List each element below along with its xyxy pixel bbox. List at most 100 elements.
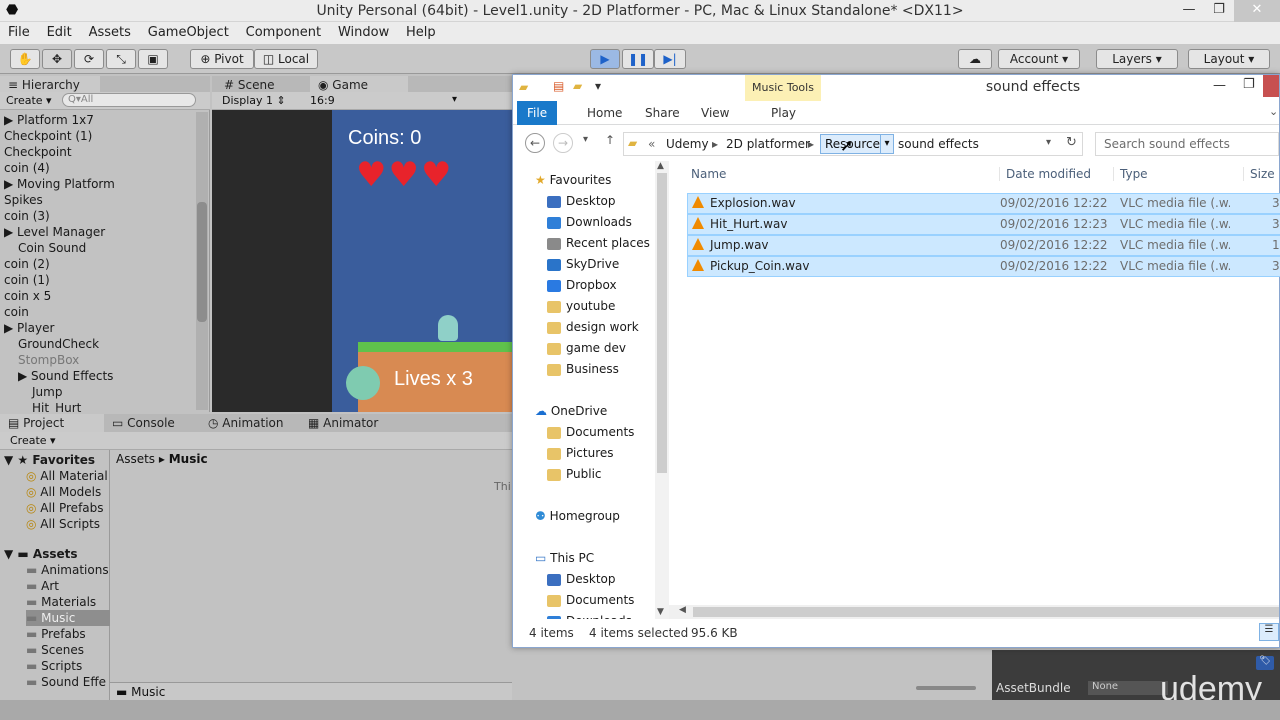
menu-gameobject[interactable]: GameObject [140,22,234,40]
nav-homegroup[interactable]: ⚉ Homegroup [535,506,620,527]
nav-item[interactable]: Dropbox [547,275,617,296]
details-view-icon[interactable]: ☰ [1259,623,1279,641]
asset-folder-item[interactable]: ▬ Animations [26,562,110,578]
hscroll-thumb[interactable] [693,607,1279,617]
display-dropdown[interactable]: Display 1 ⇕ [222,94,296,107]
hierarchy-item[interactable]: Checkpoint [4,144,72,160]
tab-animator[interactable]: ▦ Animator [300,414,386,432]
hierarchy-item[interactable]: coin (2) [4,256,50,272]
column-size[interactable]: Size [1243,167,1275,181]
asset-folder-item[interactable]: ▬ Scripts [26,658,110,674]
crumb-dropdown-icon[interactable]: ▾ [880,134,894,154]
nav-item[interactable]: Desktop [547,191,616,212]
properties-icon[interactable]: ▤ [553,79,564,93]
rotate-tool-icon[interactable]: ⟳ [74,49,104,69]
forward-arrow-icon[interactable]: → [553,133,573,153]
ribbon-file[interactable]: File [517,101,558,125]
nav-item[interactable]: Desktop [547,569,616,590]
asset-folder-item[interactable]: ▬ Art [26,578,110,594]
nav-item[interactable]: Recent places [547,233,650,254]
menu-help[interactable]: Help [398,22,441,40]
file-hscrollbar[interactable]: ◀ [669,605,1279,619]
favorite-item[interactable]: ◎ All Scripts [26,516,100,532]
hierarchy-item[interactable]: coin x 5 [4,288,51,304]
favorites-header[interactable]: ▼ ★ Favorites [4,452,95,468]
asset-folder-item[interactable]: ▬ Music [26,610,110,626]
hand-tool-icon[interactable]: ✋ [10,49,40,69]
tab-animation[interactable]: ◷ Animation [200,414,291,432]
menu-assets[interactable]: Assets [81,22,136,40]
column-name[interactable]: Name [691,167,726,181]
close-icon[interactable]: ✕ [1234,0,1280,22]
nav-scrollbar[interactable]: ▲ ▼ [655,161,669,619]
hierarchy-item[interactable]: ▶ Platform 1x7 [4,112,94,128]
refresh-icon[interactable]: ↻ [1066,135,1077,150]
aspect-chevron-icon[interactable]: ▾ [452,94,457,105]
layers-dropdown[interactable]: Layers ▾ [1096,49,1178,69]
file-row[interactable]: Explosion.wav 09/02/2016 12:22 VLC media f… [687,193,1280,214]
tab-console[interactable]: ▭ Console [104,414,183,432]
ribbon-view[interactable]: View [691,104,739,122]
column-type[interactable]: Type [1113,167,1148,181]
crumb-sound-effects[interactable]: sound effects [898,137,979,151]
up-arrow-icon[interactable]: ↑ [605,133,615,147]
hierarchy-item[interactable]: GroundCheck [18,336,99,352]
expand-arrow-icon[interactable]: ▶ [18,369,31,383]
assetbundle-dropdown[interactable]: None [1088,681,1168,695]
cloud-icon[interactable]: ☁ [958,49,992,69]
hierarchy-item[interactable]: ▶ Sound Effects [18,368,113,384]
address-history-icon[interactable]: ▾ [1046,137,1051,148]
step-icon[interactable]: ▶| [654,49,686,69]
nav-item[interactable]: Documents [547,422,634,443]
breadcrumb-music[interactable]: Music [169,452,208,466]
column-date[interactable]: Date modified [999,167,1091,181]
account-dropdown[interactable]: Account ▾ [998,49,1080,69]
nav-item[interactable]: design work [547,317,639,338]
expand-arrow-icon[interactable]: ▶ [4,321,17,335]
hierarchy-item[interactable]: coin (3) [4,208,50,224]
hierarchy-item[interactable]: coin [4,304,29,320]
nav-onedrive[interactable]: ☁ OneDrive [535,401,607,422]
nav-item[interactable]: Documents [547,590,634,611]
scale-tool-icon[interactable]: ⤡ [106,49,136,69]
ribbon-play[interactable]: Play [761,104,806,122]
hierarchy-search-input[interactable]: Q▾All [62,93,196,107]
explorer-maximize-icon[interactable]: ❐ [1243,77,1255,92]
ribbon-expand-icon[interactable]: ⌄ [1269,105,1278,118]
tab-project[interactable]: ▤ Project [0,414,104,432]
menu-file[interactable]: File [0,22,35,40]
nav-item[interactable]: Downloads [547,212,632,233]
game-view[interactable]: Coins: 0 ♥♥♥ Lives x 3 [332,110,512,412]
nav-scroll-down-icon[interactable]: ▼ [657,607,664,617]
file-row[interactable]: Jump.wav 09/02/2016 12:22 VLC media file (… [687,235,1280,256]
hierarchy-item[interactable]: ▶ Level Manager [4,224,105,240]
asset-folder-item[interactable]: ▬ Scenes [26,642,110,658]
quick-access-chevron-icon[interactable]: ▾ [595,79,601,93]
expand-arrow-icon[interactable]: ▶ [4,177,17,191]
hierarchy-scroll-thumb[interactable] [197,202,207,322]
tag-icon[interactable]: 🏷 [1256,656,1274,670]
hscroll-left-icon[interactable]: ◀ [679,605,686,615]
pause-icon[interactable]: ❚❚ [622,49,654,69]
crumb-overflow[interactable]: « [648,137,655,151]
menu-edit[interactable]: Edit [39,22,77,40]
crumb-udemy[interactable]: Udemy [666,137,709,151]
hierarchy-item[interactable]: Coin Sound [18,240,86,256]
hierarchy-item[interactable]: StompBox [18,352,79,368]
hierarchy-item[interactable]: Hit_Hurt [32,400,81,412]
crumb-2d-platformer[interactable]: 2D platformer [726,137,810,151]
expand-arrow-icon[interactable]: ▶ [4,113,17,127]
menu-window[interactable]: Window [330,22,394,40]
back-arrow-icon[interactable]: ← [525,133,545,153]
new-folder-icon[interactable]: ▰ [573,79,582,93]
recent-locations-icon[interactable]: ▾ [583,134,588,145]
favorite-item[interactable]: ◎ All Prefabs [26,500,104,516]
assets-header[interactable]: ▼ ▬ Assets [4,546,78,562]
hierarchy-item[interactable]: Jump [32,384,62,400]
hierarchy-item[interactable]: Checkpoint (1) [4,128,92,144]
nav-item[interactable]: game dev [547,338,626,359]
hierarchy-item[interactable]: coin (4) [4,160,50,176]
nav-scroll-up-icon[interactable]: ▲ [657,161,664,171]
hierarchy-scrollbar[interactable] [196,112,208,410]
ribbon-share[interactable]: Share [635,104,690,122]
